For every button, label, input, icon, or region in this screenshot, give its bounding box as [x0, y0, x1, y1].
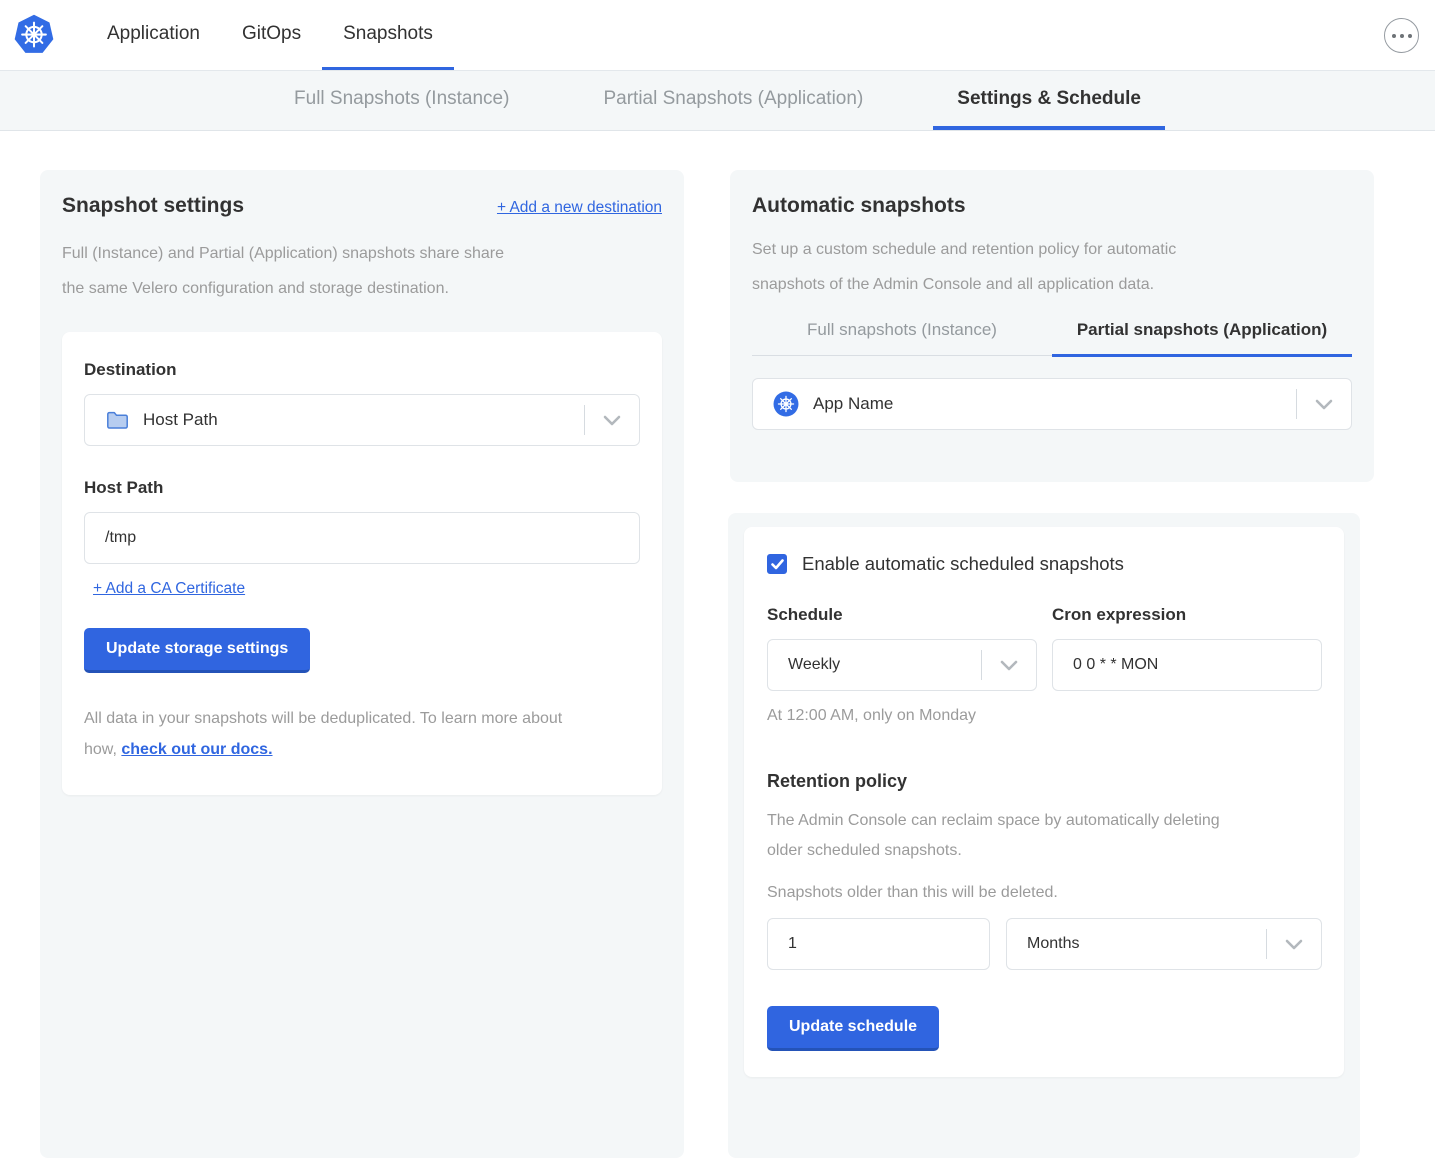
automatic-snapshots-title: Automatic snapshots: [752, 194, 1352, 218]
storage-settings-form: Destination Host Path Host Path + Add a …: [62, 332, 662, 795]
dedup-note: All data in your snapshots will be dedup…: [84, 703, 640, 734]
destination-label: Destination: [84, 360, 640, 380]
subtab-settings-schedule[interactable]: Settings & Schedule: [933, 71, 1165, 130]
cron-expression-label: Cron expression: [1052, 605, 1322, 625]
nav-tab-gitops[interactable]: GitOps: [221, 0, 322, 70]
destination-select[interactable]: Host Path: [84, 394, 640, 446]
automatic-snapshots-card: Automatic snapshots Set up a custom sche…: [730, 170, 1374, 482]
app-selected-value: App Name: [813, 394, 893, 414]
subtab-full-snapshots-instance[interactable]: Full Snapshots (Instance): [270, 71, 533, 130]
schedule-interval-select[interactable]: Weekly: [767, 639, 1037, 691]
host-path-label: Host Path: [84, 478, 640, 498]
retention-description: older scheduled snapshots.: [767, 836, 1321, 866]
snapshots-settings-page: Application GitOps Snapshots Full Snapsh…: [0, 0, 1435, 1170]
ellipsis-icon: [1400, 34, 1404, 38]
snapshots-subnav: Full Snapshots (Instance) Partial Snapsh…: [0, 70, 1435, 131]
nav-tab-application[interactable]: Application: [86, 0, 221, 70]
folder-icon: [105, 408, 129, 432]
snapshot-settings-description: the same Velero configuration and storag…: [62, 271, 662, 306]
update-storage-settings-button[interactable]: Update storage settings: [84, 628, 310, 673]
nav-tab-snapshots[interactable]: Snapshots: [322, 0, 454, 70]
schedule-card: Enable automatic scheduled snapshots Sch…: [728, 513, 1360, 1158]
retention-description: The Admin Console can reclaim space by a…: [767, 806, 1321, 836]
host-path-input[interactable]: [84, 512, 640, 564]
schedule-label: Schedule: [767, 605, 1037, 625]
subtab-partial-snapshots-application[interactable]: Partial Snapshots (Application): [579, 71, 887, 130]
retention-value-input[interactable]: [767, 918, 990, 970]
snapshot-type-tabs: Full snapshots (Instance) Partial snapsh…: [752, 320, 1352, 356]
docs-link[interactable]: check out our docs.: [121, 741, 272, 758]
app-select[interactable]: App Name: [752, 378, 1352, 430]
update-schedule-button[interactable]: Update schedule: [767, 1006, 939, 1051]
tab-full-snapshots-instance[interactable]: Full snapshots (Instance): [752, 320, 1052, 357]
chevron-down-icon: [585, 415, 639, 426]
enable-snapshots-label: Enable automatic scheduled snapshots: [802, 553, 1124, 575]
check-icon: [771, 559, 784, 570]
retention-unit-select[interactable]: Months: [1006, 918, 1322, 970]
dedup-note: how,: [84, 741, 117, 758]
chevron-down-icon: [1297, 399, 1351, 410]
kubernetes-logo-icon[interactable]: [12, 13, 56, 57]
add-new-destination-link[interactable]: + Add a new destination: [497, 199, 662, 217]
retention-policy-title: Retention policy: [767, 771, 1321, 792]
cron-expression-input[interactable]: [1052, 639, 1322, 691]
ellipsis-icon: [1392, 34, 1396, 38]
snapshot-settings-title: Snapshot settings: [62, 194, 244, 218]
retention-hint: Snapshots older than this will be delete…: [767, 884, 1321, 902]
tab-partial-snapshots-application[interactable]: Partial snapshots (Application): [1052, 320, 1352, 357]
cron-readable-text: At 12:00 AM, only on Monday: [767, 707, 1321, 725]
automatic-snapshots-description: snapshots of the Admin Console and all a…: [752, 267, 1352, 302]
top-nav: Application GitOps Snapshots: [0, 0, 1435, 70]
schedule-selected-value: Weekly: [788, 656, 840, 674]
schedule-form: Enable automatic scheduled snapshots Sch…: [744, 527, 1344, 1077]
ellipsis-icon: [1408, 34, 1412, 38]
retention-unit-value: Months: [1027, 935, 1079, 953]
kubernetes-app-icon: [773, 391, 799, 417]
automatic-snapshots-description: Set up a custom schedule and retention p…: [752, 232, 1352, 267]
destination-selected-value: Host Path: [143, 410, 218, 430]
chevron-down-icon: [982, 660, 1036, 671]
chevron-down-icon: [1267, 939, 1321, 950]
main-nav: Application GitOps Snapshots: [86, 0, 454, 70]
enable-snapshots-checkbox[interactable]: [767, 554, 787, 574]
snapshot-settings-card: Snapshot settings + Add a new destinatio…: [40, 170, 684, 1158]
overflow-menu-button[interactable]: [1384, 18, 1419, 53]
add-ca-certificate-link[interactable]: + Add a CA Certificate: [93, 580, 245, 598]
snapshot-settings-description: Full (Instance) and Partial (Application…: [62, 236, 662, 271]
